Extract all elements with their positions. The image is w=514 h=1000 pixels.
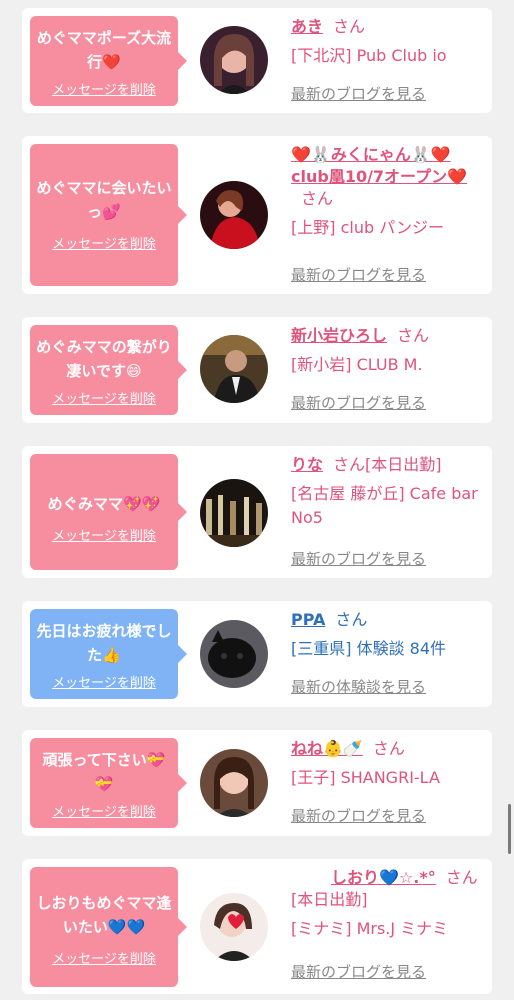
message-text: 先日はお疲れ様でした👍 [36, 622, 172, 664]
latest-blog-link[interactable]: 最新のブログを見る [291, 392, 426, 413]
latest-blog-link[interactable]: 最新のブログを見る [291, 805, 426, 826]
user-info: ねね👶🍼 さん [王子] SHANGRI-LA [291, 738, 487, 790]
shop-label: [ミナミ] Mrs.J ミナミ [291, 919, 449, 938]
user-suffix: さん [333, 17, 366, 36]
message-text: めぐママに会いたいっ💕 [36, 179, 172, 221]
latest-blog-link[interactable]: 最新のブログを見る [291, 548, 426, 569]
avatar[interactable] [200, 749, 268, 817]
avatar[interactable] [200, 620, 268, 688]
user-info: りな さん[本日出勤] [名古屋 藤が丘] Cafe bar No5 [291, 454, 487, 530]
delete-message-link[interactable]: メッセージを削除 [30, 388, 178, 407]
list-item: めぐママポーズ大流行❤️ メッセージを削除 あき さん [下北沢] Pub Clu… [22, 8, 492, 113]
delete-message-link[interactable]: メッセージを削除 [30, 79, 178, 98]
list-item: めぐママに会いたいっ💕 メッセージを削除 ❤️🐰みくにゃん🐰❤️club凰10/… [22, 136, 492, 294]
delete-message-link[interactable]: メッセージを削除 [30, 525, 178, 544]
avatar[interactable] [200, 26, 268, 94]
shop-label: [下北沢] Pub Club io [291, 46, 447, 65]
shop-label: [新小岩] CLUB M. [291, 355, 423, 374]
delete-message-link[interactable]: メッセージを削除 [30, 233, 178, 252]
delete-message-link[interactable]: メッセージを削除 [30, 948, 178, 967]
user-suffix: さん [335, 610, 368, 629]
avatar[interactable] [200, 335, 268, 403]
latest-blog-link[interactable]: 最新のブログを見る [291, 264, 426, 285]
message-text: 頑張って下さい💝💝 [42, 751, 166, 793]
user-suffix: さん [397, 326, 430, 345]
message-bubble: 先日はお疲れ様でした👍 メッセージを削除 [30, 609, 187, 699]
user-info: PPA さん [三重県] 体験談 84件 [291, 609, 487, 661]
avatar[interactable] [200, 893, 268, 961]
message-bubble: めぐみママの繋がり凄いです😄 メッセージを削除 [30, 325, 187, 415]
user-name-link[interactable]: あき [291, 17, 323, 36]
avatar[interactable] [200, 479, 268, 547]
user-info: 新小岩ひろし さん [新小岩] CLUB M. [291, 325, 487, 377]
user-info: しおり💙☆.*° さん[本日出勤] [ミナミ] Mrs.J ミナミ [291, 867, 487, 941]
shop-label: [名古屋 藤が丘] Cafe bar No5 [291, 484, 478, 527]
user-name-link[interactable]: ねね👶🍼 [291, 739, 363, 758]
latest-experience-link[interactable]: 最新の体験談を見る [291, 676, 426, 697]
shop-label: [三重県] 体験談 84件 [291, 639, 447, 658]
user-name-link[interactable]: PPA [291, 610, 325, 629]
user-name-link[interactable]: 新小岩ひろし [291, 326, 387, 345]
list-item: めぐみママの繋がり凄いです😄 メッセージを削除 新小岩ひろし さん [新小岩] C… [22, 317, 492, 423]
user-name-link[interactable]: しおり💙☆.*° [291, 868, 436, 887]
user-info: あき さん [下北沢] Pub Club io [291, 16, 487, 68]
user-suffix: さん[本日出勤] [333, 455, 442, 474]
user-suffix: さん [301, 189, 334, 208]
list-item: 先日はお疲れ様でした👍 メッセージを削除 PPA さん [三重県] 体験談 84件… [22, 601, 492, 707]
shop-label: [王子] SHANGRI-LA [291, 768, 440, 787]
message-bubble: 頑張って下さい💝💝 メッセージを削除 [30, 738, 187, 828]
message-text: しおりもめぐママ逢いたい💙💙 [36, 894, 172, 936]
message-bubble: しおりもめぐママ逢いたい💙💙 メッセージを削除 [30, 867, 187, 987]
latest-blog-link[interactable]: 最新のブログを見る [291, 961, 426, 982]
shop-label: [上野] club パンジー [291, 218, 444, 237]
avatar[interactable] [200, 181, 268, 249]
scrollbar-thumb[interactable] [508, 804, 511, 854]
message-text: めぐママポーズ大流行❤️ [36, 29, 172, 71]
message-bubble: めぐママポーズ大流行❤️ メッセージを削除 [30, 16, 187, 106]
list-item: しおりもめぐママ逢いたい💙💙 メッセージを削除 しおり💙☆.*° さん[本日出勤]… [22, 859, 492, 994]
user-info: ❤️🐰みくにゃん🐰❤️club凰10/7オープン❤️ さん [上野] club パ… [291, 144, 487, 240]
list-item: 頑張って下さい💝💝 メッセージを削除 ねね👶🍼 さん [王子] SHANGRI-L… [22, 730, 492, 836]
delete-message-link[interactable]: メッセージを削除 [30, 672, 178, 691]
message-bubble: めぐママに会いたいっ💕 メッセージを削除 [30, 144, 187, 286]
message-text: めぐみママの繋がり凄いです😄 [36, 338, 172, 380]
user-name-link[interactable]: りな [291, 455, 323, 474]
delete-message-link[interactable]: メッセージを削除 [30, 801, 178, 820]
latest-blog-link[interactable]: 最新のブログを見る [291, 83, 426, 104]
message-bubble: めぐみママ💖💖 メッセージを削除 [30, 454, 187, 570]
user-suffix: さん [372, 739, 405, 758]
list-item: めぐみママ💖💖 メッセージを削除 りな さん[本日出勤] [名古屋 藤が丘] Ca… [22, 446, 492, 578]
user-name-link[interactable]: ❤️🐰みくにゃん🐰❤️club凰10/7オープン❤️ [291, 145, 467, 186]
message-text: めぐみママ💖💖 [47, 495, 161, 513]
